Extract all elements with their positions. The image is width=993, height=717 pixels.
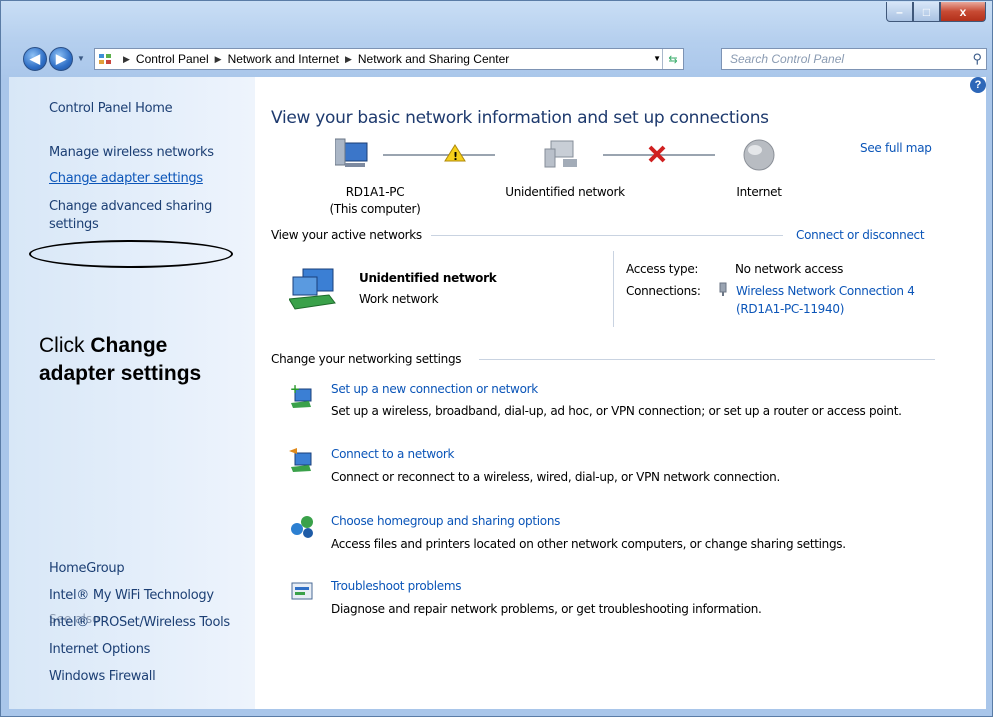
internet-globe-icon: [743, 139, 775, 171]
wireless-connection-id-link[interactable]: (RD1A1-PC-11940): [736, 302, 844, 316]
setup-connection-desc: Set up a wireless, broadband, dial-up, a…: [331, 404, 902, 418]
access-type-label: Access type:: [626, 262, 699, 276]
svg-text:+: +: [290, 383, 300, 396]
search-icon[interactable]: ⚲: [972, 51, 982, 67]
computer-sub-label: (This computer): [329, 202, 421, 216]
svg-text:!: !: [453, 150, 458, 163]
network-map: !: [335, 138, 775, 171]
breadcrumb-control-panel[interactable]: Control Panel: [136, 52, 209, 66]
connections-label: Connections:: [626, 284, 701, 298]
minimize-button[interactable]: –: [886, 2, 913, 22]
computer-icon: [335, 138, 368, 167]
computer-name-label: RD1A1-PC: [345, 185, 405, 199]
network-map-label: Unidentified network: [505, 185, 625, 199]
sidebar-windows-firewall[interactable]: Windows Firewall: [49, 669, 156, 684]
troubleshoot-desc: Diagnose and repair network problems, or…: [331, 602, 762, 616]
address-bar[interactable]: ▶ Control Panel ▶ Network and Internet ▶…: [94, 48, 684, 70]
sidebar-control-panel-home[interactable]: Control Panel Home: [49, 101, 173, 116]
back-button[interactable]: ◀: [23, 47, 47, 71]
work-network-icon: [289, 268, 336, 310]
troubleshoot-icon: [291, 582, 313, 600]
setup-connection-link[interactable]: Set up a new connection or network: [331, 382, 538, 396]
breadcrumb-network-and-sharing-center[interactable]: Network and Sharing Center: [358, 52, 509, 66]
new-connection-icon: +: [290, 383, 312, 408]
section-divider: [479, 359, 935, 360]
active-network-type[interactable]: Work network: [359, 292, 439, 306]
homegroup-sharing-link[interactable]: Choose homegroup and sharing options: [331, 514, 560, 528]
forward-button[interactable]: ▶: [49, 47, 73, 71]
maximize-icon: □: [922, 4, 931, 19]
highlight-ellipse: [29, 240, 233, 268]
see-full-map-link[interactable]: See full map: [860, 141, 932, 155]
connect-to-network-link[interactable]: Connect to a network: [331, 447, 455, 461]
instruction-bold-1: Change: [90, 334, 168, 357]
breadcrumb-chevron-icon: ▶: [214, 53, 222, 64]
sidebar-homegroup[interactable]: HomeGroup: [49, 561, 125, 576]
sidebar-change-advanced-sharing-line2[interactable]: settings: [49, 217, 99, 232]
instruction-prefix: Click: [39, 334, 91, 357]
active-networks-heading: View your active networks: [271, 228, 422, 242]
back-arrow-icon: ◀: [30, 51, 40, 66]
breadcrumb-chevron-icon: ▶: [123, 53, 130, 64]
internet-label: Internet: [736, 185, 782, 199]
maximize-button[interactable]: □: [913, 2, 940, 22]
breadcrumb-chevron-icon: ▶: [344, 53, 352, 64]
sidebar-change-advanced-sharing[interactable]: Change advanced sharing: [49, 199, 212, 214]
troubleshoot-link[interactable]: Troubleshoot problems: [331, 579, 461, 593]
instruction-callout: Click Change adapter settings: [39, 332, 201, 388]
main-content: ? View your basic network information an…: [255, 77, 986, 709]
search-input[interactable]: Search Control Panel ⚲: [721, 48, 987, 70]
breadcrumb-network-and-internet[interactable]: Network and Internet: [228, 52, 339, 66]
close-button[interactable]: x: [940, 2, 986, 22]
control-panel-icon: [95, 50, 117, 68]
sidebar-manage-wireless-networks[interactable]: Manage wireless networks: [49, 145, 214, 160]
window-controls: – □ x: [886, 2, 986, 22]
homegroup-icon: [291, 516, 313, 538]
section-divider: [431, 235, 783, 236]
vertical-divider: [613, 251, 614, 327]
recent-pages-dropdown[interactable]: ▼: [77, 54, 85, 63]
sidebar-intel-my-wifi[interactable]: Intel® My WiFi Technology: [49, 588, 214, 603]
help-icon[interactable]: ?: [970, 77, 986, 93]
unidentified-network-icon: [544, 140, 577, 168]
title-bar: – □ x: [1, 1, 992, 41]
minimize-icon: –: [896, 4, 903, 19]
connect-or-disconnect-link[interactable]: Connect or disconnect: [796, 228, 925, 242]
networking-settings-heading: Change your networking settings: [271, 352, 462, 366]
sidebar-intel-proset[interactable]: Intel® PROSet/Wireless Tools: [49, 615, 230, 630]
connect-to-network-desc: Connect or reconnect to a wireless, wire…: [331, 470, 780, 484]
wireless-connection-link[interactable]: Wireless Network Connection 4: [736, 284, 915, 298]
page-title: View your basic network information and …: [271, 108, 769, 128]
refresh-icon[interactable]: ⇆: [662, 49, 683, 69]
homegroup-sharing-desc: Access files and printers located on oth…: [331, 537, 846, 551]
close-icon: x: [959, 4, 967, 19]
explorer-window: – □ x ◀ ▶ ▼ ▶ Control Panel ▶ Network an…: [0, 0, 993, 717]
sidebar-change-adapter-settings[interactable]: Change adapter settings: [49, 171, 203, 186]
forward-arrow-icon: ▶: [56, 51, 66, 66]
sidebar-internet-options[interactable]: Internet Options: [49, 642, 150, 657]
active-network-name: Unidentified network: [359, 271, 497, 285]
access-type-value: No network access: [735, 262, 844, 276]
address-dropdown-icon[interactable]: ▼: [653, 54, 661, 63]
sidebar: Control Panel Home Manage wireless netwo…: [9, 77, 255, 709]
navigation-bar: ◀ ▶ ▼ ▶ Control Panel ▶ Network and Inte…: [1, 44, 992, 74]
search-placeholder: Search Control Panel: [730, 52, 845, 66]
connect-network-icon: [289, 448, 312, 472]
wireless-signal-icon: [719, 282, 727, 296]
instruction-bold-2: adapter settings: [39, 362, 202, 385]
